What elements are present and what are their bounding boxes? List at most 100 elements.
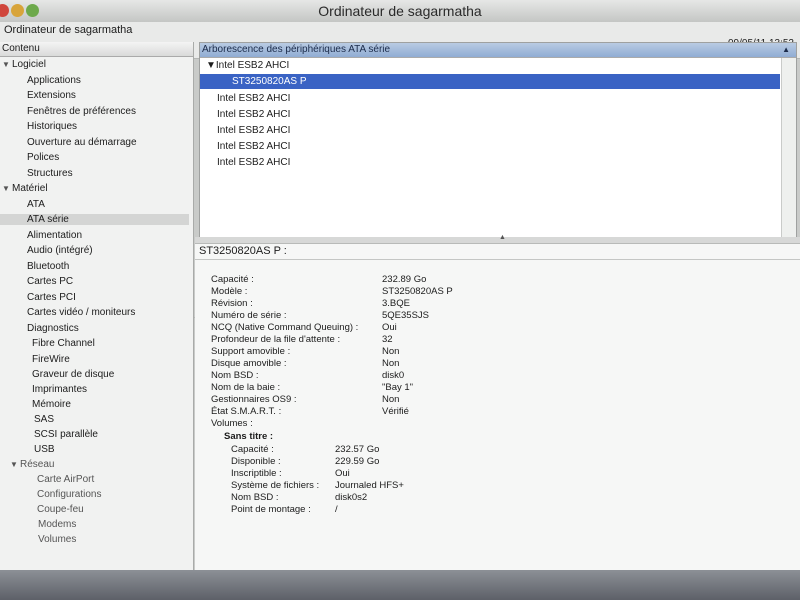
sidebar-group-reseau[interactable]: ▼ Réseau (10, 459, 54, 470)
device-row-label: ST3250820AS P (232, 76, 307, 87)
detail-pane: ST3250820AS P : Capacité : 232.89 Go Mod… (195, 243, 800, 571)
sidebar: Contenu ▼ Logiciel Applications Extension… (0, 42, 194, 570)
detail-divider (195, 259, 800, 260)
device-tree-header[interactable]: Arborescence des périphériques ATA série… (200, 43, 796, 58)
sidebar-item-cartes-pc[interactable]: Cartes PC (27, 276, 73, 287)
property-label: Nom BSD : (211, 370, 259, 381)
sidebar-item-scsi[interactable]: SCSI parallèle (34, 429, 98, 440)
sidebar-item-audio[interactable]: Audio (intégré) (27, 245, 93, 256)
property-value: Non (382, 346, 400, 357)
volume-property-label: Nom BSD : (231, 492, 279, 503)
device-row-label: Intel ESB2 AHCI (217, 109, 291, 120)
device-row-controller[interactable]: Intel ESB2 AHCI (200, 107, 780, 122)
volume-property-value: / (335, 504, 338, 515)
sidebar-group-materiel[interactable]: ▼ Matériel (2, 183, 48, 194)
sidebar-item-polices[interactable]: Polices (27, 152, 59, 163)
sidebar-item-structures[interactable]: Structures (27, 168, 73, 179)
sidebar-item-fibre-channel[interactable]: Fibre Channel (32, 338, 95, 349)
sidebar-item-applications[interactable]: Applications (27, 75, 81, 86)
device-row-controller[interactable]: Intel ESB2 AHCI (200, 123, 780, 138)
sidebar-item-extensions[interactable]: Extensions (27, 90, 76, 101)
sidebar-item-ata-serie[interactable]: ATA série (0, 214, 189, 225)
property-label: Révision : (211, 298, 253, 309)
property-label: Support amovible : (211, 346, 291, 357)
volume-property-label: Capacité : (231, 444, 274, 455)
device-row-label: Intel ESB2 AHCI (217, 141, 291, 152)
sidebar-item-firewire[interactable]: FireWire (32, 354, 70, 365)
sidebar-item-graveur[interactable]: Graveur de disque (32, 369, 114, 380)
volume-property-value: disk0s2 (335, 492, 368, 503)
volume-property-value: Oui (335, 468, 350, 479)
property-label: Modèle : (211, 286, 248, 297)
sidebar-item-memoire[interactable]: Mémoire (32, 399, 71, 410)
sidebar-item-cartes-pci[interactable]: Cartes PCI (27, 292, 76, 303)
disclosure-triangle-icon[interactable]: ▼ (200, 60, 216, 71)
volumes-label: Volumes : (211, 418, 253, 429)
sidebar-item-ouverture[interactable]: Ouverture au démarrage (27, 137, 137, 148)
device-tree-scrollbar[interactable] (781, 58, 796, 238)
sidebar-group-label: Matériel (12, 183, 48, 194)
volume-property-value: 229.59 Go (335, 456, 380, 467)
property-value: Non (382, 358, 400, 369)
splitter-handle-icon[interactable]: ▲ (499, 234, 506, 241)
property-label: Nom de la baie : (211, 382, 281, 393)
property-label: Capacité : (211, 274, 254, 285)
sidebar-item-imprimantes[interactable]: Imprimantes (32, 384, 87, 395)
device-row-label: Intel ESB2 AHCI (217, 93, 291, 104)
device-row-controller[interactable]: Intel ESB2 AHCI (200, 139, 780, 154)
property-value: Vérifié (382, 406, 409, 417)
title-bar: Ordinateur de sagarmatha (0, 0, 800, 23)
sidebar-item-volumes[interactable]: Volumes (38, 534, 76, 545)
sidebar-header[interactable]: Contenu (0, 42, 193, 57)
property-value: Non (382, 394, 400, 405)
property-value: "Bay 1" (382, 382, 414, 393)
property-label: Profondeur de la file d'attente : (211, 334, 341, 345)
volume-property-label: Système de fichiers : (231, 480, 320, 491)
property-label: État S.M.A.R.T. : (211, 406, 282, 417)
device-row-label: Intel ESB2 AHCI (215, 60, 290, 71)
property-label: NCQ (Native Command Queuing) : (211, 322, 359, 333)
volume-property-value: 232.57 Go (335, 444, 380, 455)
sidebar-group-logiciel[interactable]: ▼ Logiciel (2, 59, 46, 70)
disclosure-triangle-icon[interactable]: ▼ (2, 60, 12, 69)
property-value: disk0 (382, 370, 405, 381)
device-row-controller[interactable]: Intel ESB2 AHCI (200, 155, 780, 170)
disclosure-triangle-icon[interactable]: ▼ (2, 184, 12, 193)
sidebar-item-coupe-feu[interactable]: Coupe-feu (37, 504, 84, 515)
sidebar-item-preferences[interactable]: Fenêtres de préférences (27, 106, 136, 117)
property-value: 5QE35SJS (382, 310, 429, 321)
device-row-label: Intel ESB2 AHCI (217, 125, 291, 136)
sidebar-item-sas[interactable]: SAS (34, 414, 54, 425)
sidebar-group-label: Logiciel (12, 59, 46, 70)
device-tree-pane: Arborescence des périphériques ATA série… (199, 42, 797, 239)
sidebar-item-usb[interactable]: USB (34, 444, 55, 455)
device-row-disk[interactable]: ST3250820AS P (200, 74, 780, 89)
sidebar-item-modems[interactable]: Modems (38, 519, 76, 530)
sidebar-item-alimentation[interactable]: Alimentation (27, 230, 82, 241)
sidebar-item-diagnostics[interactable]: Diagnostics (27, 323, 79, 334)
sidebar-item-configurations[interactable]: Configurations (37, 489, 101, 500)
disclosure-triangle-icon[interactable]: ▼ (10, 460, 20, 469)
sidebar-item-bluetooth[interactable]: Bluetooth (27, 261, 69, 272)
detail-title: ST3250820AS P : (199, 245, 287, 257)
sort-triangle-icon[interactable]: ▲ (782, 43, 790, 57)
property-value: 3.BQE (382, 298, 410, 309)
volume-property-label: Disponible : (231, 456, 281, 467)
volume-name: Sans titre : (224, 431, 274, 442)
sidebar-item-cartes-video[interactable]: Cartes vidéo / moniteurs (27, 307, 135, 318)
property-label: Numéro de série : (211, 310, 287, 321)
sidebar-item-historiques[interactable]: Historiques (27, 121, 77, 132)
property-value: 232.89 Go (382, 274, 427, 285)
sidebar-item-ata[interactable]: ATA (27, 199, 45, 210)
sidebar-group-label: Réseau (20, 459, 55, 470)
device-row-label: Intel ESB2 AHCI (217, 157, 291, 168)
computer-name: Ordinateur de sagarmatha (4, 24, 133, 36)
dock[interactable] (0, 570, 800, 600)
sidebar-item-airport[interactable]: Carte AirPort (37, 474, 94, 485)
property-value: ST3250820AS P (382, 286, 453, 297)
device-row-controller[interactable]: Intel ESB2 AHCI (200, 91, 780, 106)
property-value: 32 (382, 334, 393, 345)
device-row-controller[interactable]: ▼Intel ESB2 AHCI (200, 58, 780, 73)
property-label: Disque amovible : (211, 358, 287, 369)
device-tree-header-label: Arborescence des périphériques ATA série (202, 44, 391, 55)
